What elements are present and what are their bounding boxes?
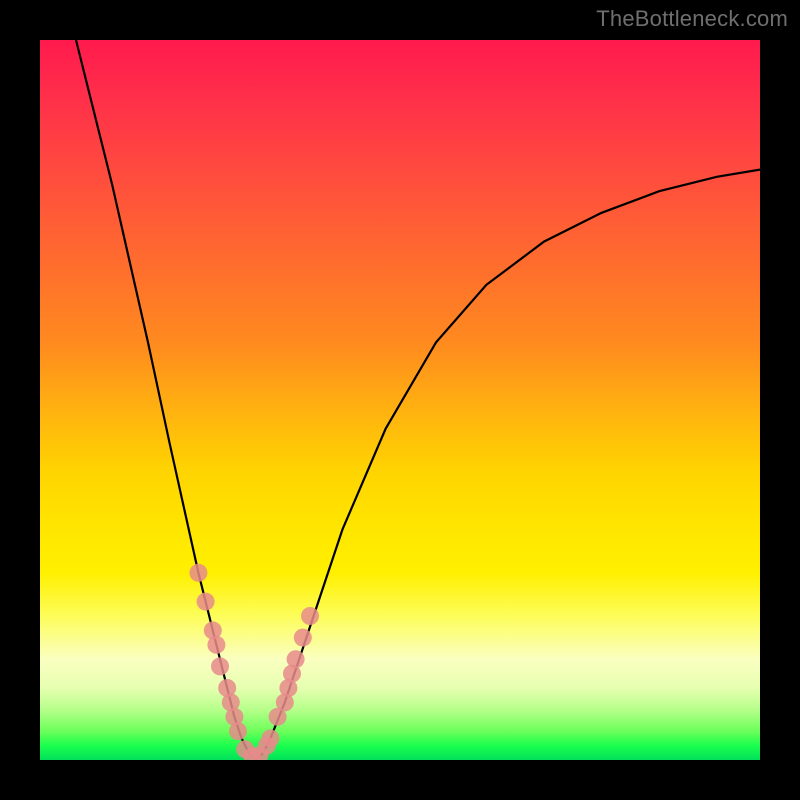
chart-container: TheBottleneck.com <box>0 0 800 800</box>
highlight-dot <box>229 722 247 740</box>
highlight-dot <box>261 729 279 747</box>
highlight-dot <box>189 564 207 582</box>
highlight-dot <box>197 593 215 611</box>
bottleneck-curve <box>76 40 760 760</box>
watermark-text: TheBottleneck.com <box>596 6 788 32</box>
plot-area <box>40 40 760 760</box>
curve-svg <box>40 40 760 760</box>
highlight-dot <box>287 650 305 668</box>
highlight-dot <box>211 657 229 675</box>
highlight-dot <box>207 636 225 654</box>
highlight-dots <box>189 564 319 760</box>
highlight-dot <box>301 607 319 625</box>
highlight-dot <box>294 629 312 647</box>
